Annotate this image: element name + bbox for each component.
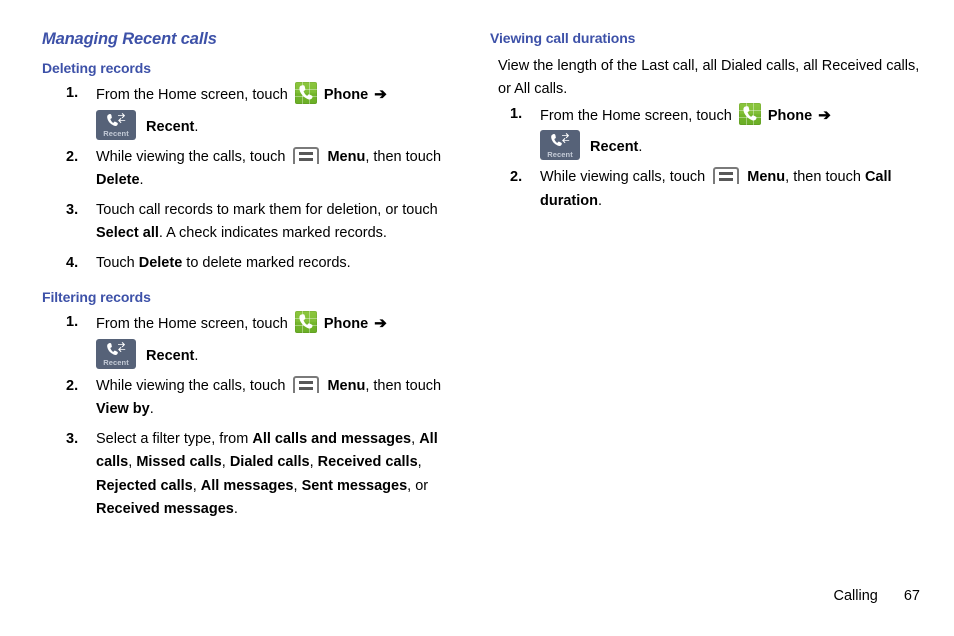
phone-app-icon	[294, 311, 317, 334]
step-bold-delete: Delete	[96, 172, 140, 189]
filter-option: Received calls	[317, 454, 418, 471]
step-bold-recent: Recent	[146, 118, 195, 135]
arrow-icon: ➔	[818, 106, 831, 124]
step-bold-menu: Menu	[327, 377, 366, 394]
recent-tab-icon: Recent	[96, 338, 136, 369]
step-text: From the Home screen, touch	[540, 107, 732, 124]
step-text-tail: to delete marked records.	[182, 254, 351, 271]
steps-filtering-records: 1. From the Home screen, touch Phone ➔ R…	[42, 311, 462, 521]
filter-option: Dialed calls	[229, 454, 310, 471]
recent-tab-label: Recent	[103, 129, 129, 139]
step-text-tail: .	[194, 347, 199, 364]
recent-line: Recent Recent.	[96, 109, 462, 140]
step-text: While viewing the calls, touch	[96, 377, 286, 394]
step-text-tail: .	[598, 192, 603, 209]
filter-option: Rejected calls	[96, 477, 193, 494]
step-text-tail: .	[194, 118, 199, 135]
step-text-tail: .	[149, 401, 154, 418]
right-column: Viewing call durations View the length o…	[490, 30, 920, 219]
left-column: Managing Recent calls Deleting records 1…	[42, 30, 462, 528]
list-item: 4. Touch Delete to delete marked records…	[42, 252, 462, 275]
step-number: 1.	[510, 105, 523, 122]
list-item: 2. While viewing the calls, touch Menu, …	[42, 375, 462, 422]
step-bold-menu: Menu	[747, 169, 786, 186]
step-number: 1.	[66, 314, 79, 331]
step-bold-menu: Menu	[327, 148, 366, 165]
list-item: 3. Touch call records to mark them for d…	[42, 199, 462, 246]
subsection-heading-filtering-records: Filtering records	[42, 289, 151, 306]
phone-app-icon	[738, 102, 761, 125]
step-number: 4.	[66, 254, 79, 271]
list-item: 2. While viewing the calls, touch Menu, …	[42, 146, 462, 193]
step-text: Touch	[96, 254, 135, 271]
arrow-icon: ➔	[374, 86, 387, 104]
step-text: Touch call records to mark them for dele…	[96, 201, 438, 218]
subsection-heading-viewing-call-durations: Viewing call durations	[490, 30, 636, 46]
step-text-tail: .	[638, 139, 643, 156]
step-text: From the Home screen, touch	[96, 87, 288, 104]
step-number: 3.	[66, 201, 79, 218]
menu-key-icon	[713, 167, 740, 185]
step-bold-recent: Recent	[590, 139, 639, 156]
step-bold-phone: Phone	[323, 316, 369, 333]
step-number: 2.	[510, 169, 523, 186]
step-text-tail: .	[139, 172, 144, 189]
intro-paragraph: View the length of the Last call, all Di…	[498, 58, 920, 97]
page-footer: Calling 67	[834, 588, 920, 604]
list-item: 1. From the Home screen, touch Phone ➔ R…	[490, 102, 920, 161]
footer-page-number: 67	[903, 588, 920, 604]
recent-tab-icon: Recent	[540, 130, 580, 161]
step-bold-recent: Recent	[146, 347, 195, 364]
list-item: 1. From the Home screen, touch Phone ➔ R…	[42, 311, 462, 369]
step-bold-view-by: View by	[96, 401, 150, 418]
step-bold-delete: Delete	[138, 254, 183, 271]
list-item: 1. From the Home screen, touch Phone ➔ R…	[42, 82, 462, 140]
recent-tab-label: Recent	[103, 358, 129, 368]
list-item: 3. Select a filter type, from All calls …	[42, 428, 462, 522]
arrow-icon: ➔	[374, 315, 387, 333]
footer-chapter-name: Calling	[833, 588, 878, 604]
step-text-mid: , then touch	[785, 169, 861, 186]
recent-line: Recent Recent.	[96, 338, 462, 369]
step-bold-select-all: Select all	[96, 225, 159, 242]
subsection-heading-deleting-records: Deleting records	[42, 60, 151, 77]
phone-app-icon	[294, 82, 317, 105]
page-title: Managing Recent calls	[42, 30, 217, 48]
menu-key-icon	[293, 146, 320, 164]
recent-tab-label: Recent	[547, 149, 573, 159]
filter-option: All calls and messages	[252, 430, 412, 447]
step-text: From the Home screen, touch	[96, 316, 288, 333]
recent-line: Recent Recent.	[540, 130, 920, 161]
manual-page: Managing Recent calls Deleting records 1…	[0, 0, 954, 636]
step-number: 3.	[66, 430, 79, 447]
step-number: 2.	[66, 377, 79, 394]
list-item: 2. While viewing calls, touch Menu, then…	[490, 166, 920, 213]
filter-option: All messages	[200, 477, 294, 494]
step-text-tail: .	[233, 501, 238, 518]
menu-key-icon	[293, 375, 320, 393]
step-number: 1.	[66, 85, 79, 102]
step-bold-phone: Phone	[323, 87, 369, 104]
step-text-mid: , then touch	[365, 148, 442, 165]
filter-option: Sent messages	[301, 477, 408, 494]
recent-tab-icon: Recent	[96, 109, 136, 140]
step-text-mid: , then touch	[365, 377, 442, 394]
step-text: While viewing the calls, touch	[96, 148, 286, 165]
filter-options-conjunction: or	[415, 477, 429, 494]
steps-viewing-call-durations: 1. From the Home screen, touch Phone ➔ R…	[490, 102, 920, 213]
step-bold-phone: Phone	[767, 107, 813, 124]
filter-option: Missed calls	[136, 454, 222, 471]
step-number: 2.	[66, 148, 79, 165]
step-text-tail: . A check indicates marked records.	[158, 225, 387, 242]
step-text: While viewing calls, touch	[540, 169, 706, 186]
steps-deleting-records: 1. From the Home screen, touch Phone ➔ R…	[42, 82, 462, 275]
filter-option: Received messages	[96, 501, 234, 518]
step-text: Select a filter type, from	[96, 430, 249, 447]
